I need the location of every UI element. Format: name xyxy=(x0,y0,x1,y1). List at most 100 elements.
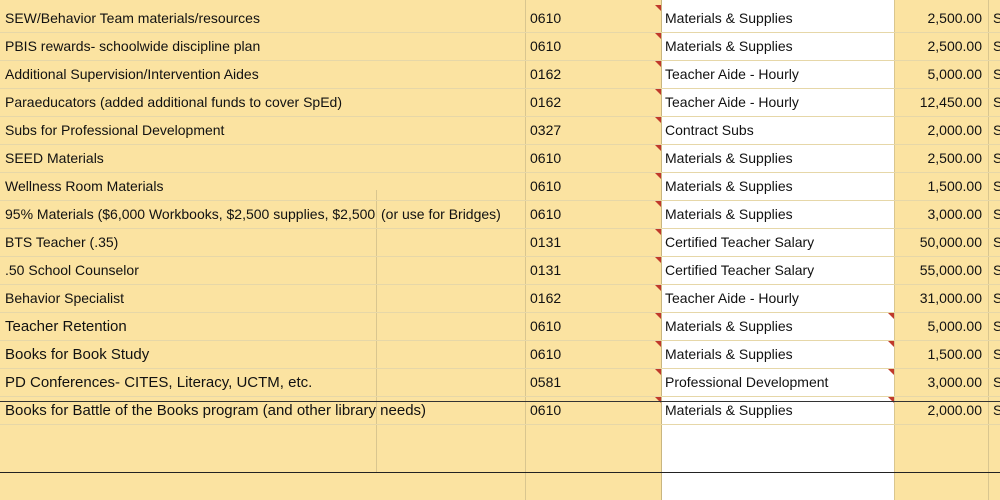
cell-truncated-next-column[interactable]: S xyxy=(993,145,1000,172)
cell-truncated-next-column[interactable]: S xyxy=(993,369,1000,396)
comment-indicator-icon[interactable] xyxy=(655,173,661,179)
comment-indicator-icon[interactable] xyxy=(888,341,894,347)
comment-indicator-icon[interactable] xyxy=(888,313,894,319)
cell-object-code[interactable]: 0610 xyxy=(530,201,655,228)
cell-truncated-next-column[interactable]: S xyxy=(993,341,1000,368)
cell-truncated-next-column[interactable]: S xyxy=(993,61,1000,88)
cell-category[interactable]: Teacher Aide - Hourly xyxy=(665,61,890,88)
table-row[interactable]: Subs for Professional Development 0327 Con… xyxy=(0,117,1000,145)
cell-object-code[interactable]: 0610 xyxy=(530,145,655,172)
cell-object-code[interactable]: 0131 xyxy=(530,257,655,284)
cell-object-code[interactable]: 0610 xyxy=(530,313,655,340)
table-row[interactable]: 95% Materials ($6,000 Workbooks, $2,500 … xyxy=(0,201,1000,229)
cell-description[interactable]: 95% Materials ($6,000 Workbooks, $2,500 … xyxy=(5,201,375,228)
cell-description[interactable]: SEED Materials xyxy=(5,145,525,172)
table-row[interactable]: Paraeducators (added additional funds to… xyxy=(0,89,1000,117)
comment-indicator-icon[interactable] xyxy=(655,257,661,263)
cell-amount[interactable]: 5,000.00 xyxy=(894,61,983,88)
cell-description[interactable]: .50 School Counselor xyxy=(5,257,525,284)
cell-amount[interactable]: 5,000.00 xyxy=(894,313,983,340)
table-row[interactable]: PBIS rewards- schoolwide discipline plan… xyxy=(0,33,1000,61)
cell-amount[interactable]: 2,500.00 xyxy=(894,5,983,32)
cell-category[interactable]: Materials & Supplies xyxy=(665,201,890,228)
comment-indicator-icon[interactable] xyxy=(655,397,661,403)
comment-indicator-icon[interactable] xyxy=(888,369,894,375)
cell-object-code[interactable]: 0610 xyxy=(530,173,655,200)
table-row[interactable]: Additional Supervision/Intervention Aide… xyxy=(0,61,1000,89)
table-row[interactable]: .50 School Counselor 0131 Certified Teache… xyxy=(0,257,1000,285)
cell-amount[interactable]: 2,000.00 xyxy=(894,117,983,144)
cell-amount[interactable]: 1,500.00 xyxy=(894,341,983,368)
comment-indicator-icon[interactable] xyxy=(655,89,661,95)
comment-indicator-icon[interactable] xyxy=(655,201,661,207)
cell-description[interactable]: SEW/Behavior Team materials/resources xyxy=(5,5,525,32)
cell-amount[interactable]: 2,500.00 xyxy=(894,145,983,172)
comment-indicator-icon[interactable] xyxy=(655,145,661,151)
comment-indicator-icon[interactable] xyxy=(655,5,661,11)
table-row[interactable]: Wellness Room Materials 0610 Materials & S… xyxy=(0,173,1000,201)
cell-amount[interactable]: 31,000.00 xyxy=(894,285,982,312)
cell-category[interactable]: Certified Teacher Salary xyxy=(665,229,890,256)
cell-description[interactable]: Teacher Retention xyxy=(5,313,525,340)
cell-truncated-next-column[interactable]: S xyxy=(993,117,1000,144)
comment-indicator-icon[interactable] xyxy=(655,369,661,375)
cell-object-code[interactable]: 0162 xyxy=(530,285,655,312)
cell-category[interactable]: Materials & Supplies xyxy=(665,313,890,340)
cell-description[interactable]: Books for Book Study xyxy=(5,341,525,368)
cell-object-code[interactable]: 0610 xyxy=(530,341,655,368)
cell-category[interactable]: Materials & Supplies xyxy=(665,5,890,32)
cell-category[interactable]: Professional Development xyxy=(665,369,890,396)
cell-object-code[interactable]: 0162 xyxy=(530,89,655,116)
table-row[interactable]: BTS Teacher (.35) 0131 Certified Teacher S… xyxy=(0,229,1000,257)
comment-indicator-icon[interactable] xyxy=(655,117,661,123)
cell-truncated-next-column[interactable]: S xyxy=(993,173,1000,200)
cell-description[interactable]: PD Conferences- CITES, Literacy, UCTM, e… xyxy=(5,369,525,396)
table-row[interactable]: Teacher Retention 0610 Materials & Supplie… xyxy=(0,313,1000,341)
cell-truncated-next-column[interactable]: S xyxy=(993,33,1000,60)
cell-amount[interactable]: 55,000.00 xyxy=(894,257,982,284)
cell-truncated-next-column[interactable]: S xyxy=(993,257,1000,284)
cell-category[interactable]: Materials & Supplies xyxy=(665,341,890,368)
comment-indicator-icon[interactable] xyxy=(888,397,894,403)
cell-object-code[interactable]: 0610 xyxy=(530,33,655,60)
cell-category[interactable]: Certified Teacher Salary xyxy=(665,257,890,284)
table-row[interactable]: SEW/Behavior Team materials/resources 061… xyxy=(0,5,1000,33)
cell-object-code[interactable]: 0162 xyxy=(530,61,655,88)
cell-object-code[interactable]: 0581 xyxy=(530,369,655,396)
cell-category[interactable]: Materials & Supplies xyxy=(665,145,890,172)
comment-indicator-icon[interactable] xyxy=(655,313,661,319)
cell-truncated-next-column[interactable]: S xyxy=(993,5,1000,32)
cell-truncated-next-column[interactable]: S xyxy=(993,201,1000,228)
cell-description[interactable]: Paraeducators (added additional funds to… xyxy=(5,89,525,116)
cell-amount[interactable]: 50,000.00 xyxy=(894,229,982,256)
cell-category[interactable]: Materials & Supplies xyxy=(665,33,890,60)
cell-category[interactable]: Materials & Supplies xyxy=(665,173,890,200)
cell-description[interactable]: Additional Supervision/Intervention Aide… xyxy=(5,61,525,88)
comment-indicator-icon[interactable] xyxy=(655,61,661,67)
cell-amount[interactable]: 3,000.00 xyxy=(894,201,983,228)
cell-category[interactable]: Teacher Aide - Hourly xyxy=(665,89,890,116)
cell-category[interactable]: Contract Subs xyxy=(665,117,890,144)
cell-truncated-next-column[interactable]: S xyxy=(993,89,1000,116)
cell-truncated-next-column[interactable]: S xyxy=(993,313,1000,340)
cell-truncated-next-column[interactable]: S xyxy=(993,229,1000,256)
comment-indicator-icon[interactable] xyxy=(655,33,661,39)
cell-description[interactable]: PBIS rewards- schoolwide discipline plan xyxy=(5,33,525,60)
cell-amount[interactable]: 2,500.00 xyxy=(894,33,983,60)
comment-indicator-icon[interactable] xyxy=(655,341,661,347)
cell-object-code[interactable]: 0610 xyxy=(530,5,655,32)
comment-indicator-icon[interactable] xyxy=(655,285,661,291)
cell-description[interactable]: BTS Teacher (.35) xyxy=(5,229,525,256)
cell-object-code[interactable]: 0327 xyxy=(530,117,655,144)
cell-category[interactable]: Teacher Aide - Hourly xyxy=(665,285,890,312)
table-row[interactable]: SEED Materials 0610 Materials & Supplies 2,… xyxy=(0,145,1000,173)
cell-object-code[interactable]: 0131 xyxy=(530,229,655,256)
table-row[interactable]: Books for Book Study 0610 Materials & Supp… xyxy=(0,341,1000,369)
comment-indicator-icon[interactable] xyxy=(655,229,661,235)
cell-description[interactable]: Wellness Room Materials xyxy=(5,173,525,200)
cell-truncated-next-column[interactable]: S xyxy=(993,285,1000,312)
cell-amount[interactable]: 12,450.00 xyxy=(894,89,982,116)
table-row[interactable]: PD Conferences- CITES, Literacy, UCTM, e… xyxy=(0,369,1000,397)
cell-note[interactable]: (or use for Bridges) xyxy=(381,201,521,228)
cell-amount[interactable]: 1,500.00 xyxy=(894,173,983,200)
